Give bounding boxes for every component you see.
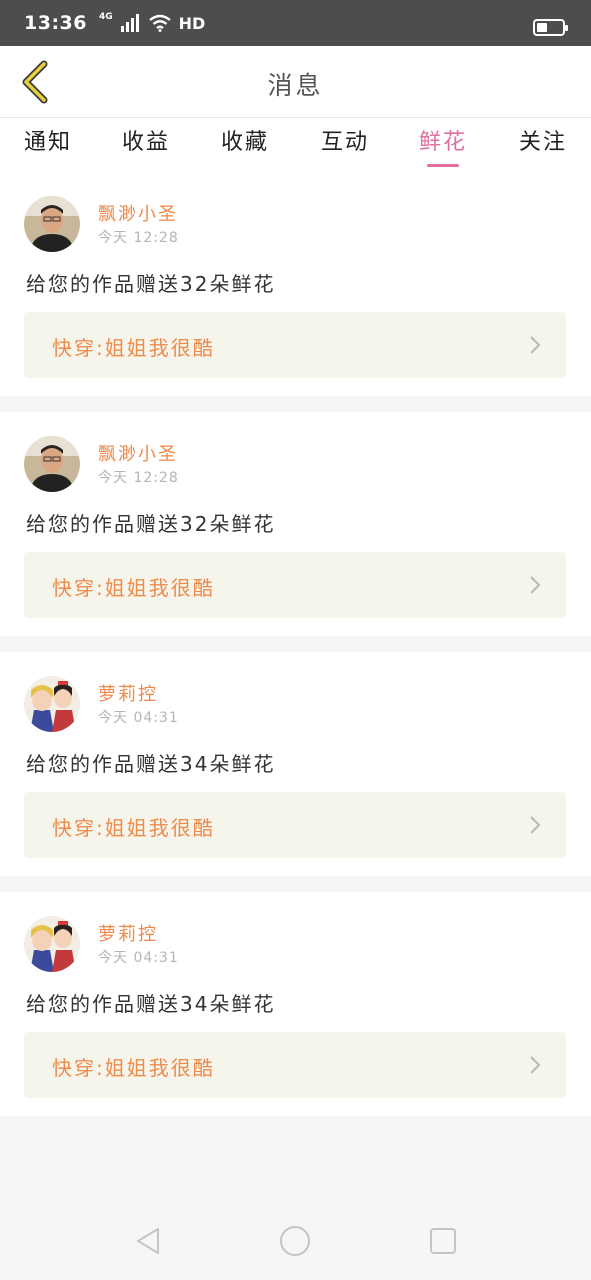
work-link[interactable]: 快穿:姐姐我很酷: [24, 552, 566, 618]
message-time: 今天 12:28: [98, 230, 179, 246]
man-photo-avatar: [24, 196, 80, 252]
wifi-icon: [148, 14, 171, 32]
message-text: 给您的作品赠送32朵鲜花: [26, 512, 276, 536]
message-text: 给您的作品赠送32朵鲜花: [26, 272, 276, 296]
message-card: 萝莉控 今天 04:31 给您的作品赠送34朵鲜花 快穿:姐姐我很酷: [0, 652, 591, 876]
status-bar: 13:36 4G HD: [0, 0, 591, 46]
tab-label: 鲜花: [418, 130, 467, 155]
message-text: 给您的作品赠送34朵鲜花: [26, 992, 276, 1016]
username[interactable]: 萝莉控: [98, 680, 158, 706]
home-circle-icon[interactable]: [279, 1225, 311, 1257]
battery-icon: [533, 19, 568, 36]
username[interactable]: 萝莉控: [98, 920, 158, 946]
username[interactable]: 飘渺小圣: [98, 440, 178, 466]
chevron-right-icon: [530, 1056, 541, 1074]
message-text: 给您的作品赠送34朵鲜花: [26, 752, 276, 776]
work-link[interactable]: 快穿:姐姐我很酷: [24, 312, 566, 378]
system-nav-bar: [0, 1195, 591, 1280]
message-time: 今天 12:28: [98, 470, 179, 486]
active-tab-indicator: [427, 164, 459, 167]
tab-bar: 通知 收益 收藏 互动 鲜花 关注: [0, 118, 591, 172]
avatar[interactable]: [24, 196, 80, 252]
work-title: 快穿:姐姐我很酷: [52, 816, 215, 840]
tab-notifications[interactable]: 通知: [8, 124, 88, 164]
message-list: 飘渺小圣 今天 12:28 给您的作品赠送32朵鲜花 快穿:姐姐我很酷 飘渺小圣…: [0, 172, 591, 1132]
app-header: 消息: [0, 46, 591, 118]
work-title: 快穿:姐姐我很酷: [52, 576, 215, 600]
signal-icon: [120, 14, 139, 32]
avatar[interactable]: [24, 676, 80, 732]
anime-girls-avatar: [24, 916, 80, 972]
work-title: 快穿:姐姐我很酷: [52, 336, 215, 360]
status-time: 13:36: [24, 12, 87, 34]
chevron-right-icon: [530, 336, 541, 354]
signal-label: HD: [178, 13, 206, 33]
tab-earnings[interactable]: 收益: [106, 124, 186, 164]
message-time: 今天 04:31: [98, 950, 179, 966]
tab-interactions[interactable]: 互动: [305, 124, 385, 164]
tab-flowers[interactable]: 鲜花: [403, 124, 483, 167]
tab-label: 收藏: [220, 130, 269, 155]
avatar[interactable]: [24, 916, 80, 972]
tab-label: 关注: [518, 130, 567, 155]
message-card: 萝莉控 今天 04:31 给您的作品赠送34朵鲜花 快穿:姐姐我很酷: [0, 892, 591, 1116]
anime-girls-avatar: [24, 676, 80, 732]
work-link[interactable]: 快穿:姐姐我很酷: [24, 792, 566, 858]
work-link[interactable]: 快穿:姐姐我很酷: [24, 1032, 566, 1098]
work-title: 快穿:姐姐我很酷: [52, 1056, 215, 1080]
tab-label: 通知: [23, 130, 72, 155]
message-card: 飘渺小圣 今天 12:28 给您的作品赠送32朵鲜花 快穿:姐姐我很酷: [0, 172, 591, 396]
recents-square-icon[interactable]: [427, 1225, 459, 1257]
back-triangle-icon[interactable]: [132, 1225, 164, 1257]
username[interactable]: 飘渺小圣: [98, 200, 178, 226]
tab-following[interactable]: 关注: [503, 124, 583, 164]
tab-label: 互动: [320, 130, 369, 155]
message-time: 今天 04:31: [98, 710, 179, 726]
chevron-right-icon: [530, 816, 541, 834]
man-photo-avatar: [24, 436, 80, 492]
network-type: 4G: [98, 11, 113, 22]
tab-favorites[interactable]: 收藏: [205, 124, 285, 164]
avatar[interactable]: [24, 436, 80, 492]
message-card: 飘渺小圣 今天 12:28 给您的作品赠送32朵鲜花 快穿:姐姐我很酷: [0, 412, 591, 636]
tab-label: 收益: [121, 130, 170, 155]
chevron-right-icon: [530, 576, 541, 594]
page-title: 消息: [267, 71, 324, 100]
